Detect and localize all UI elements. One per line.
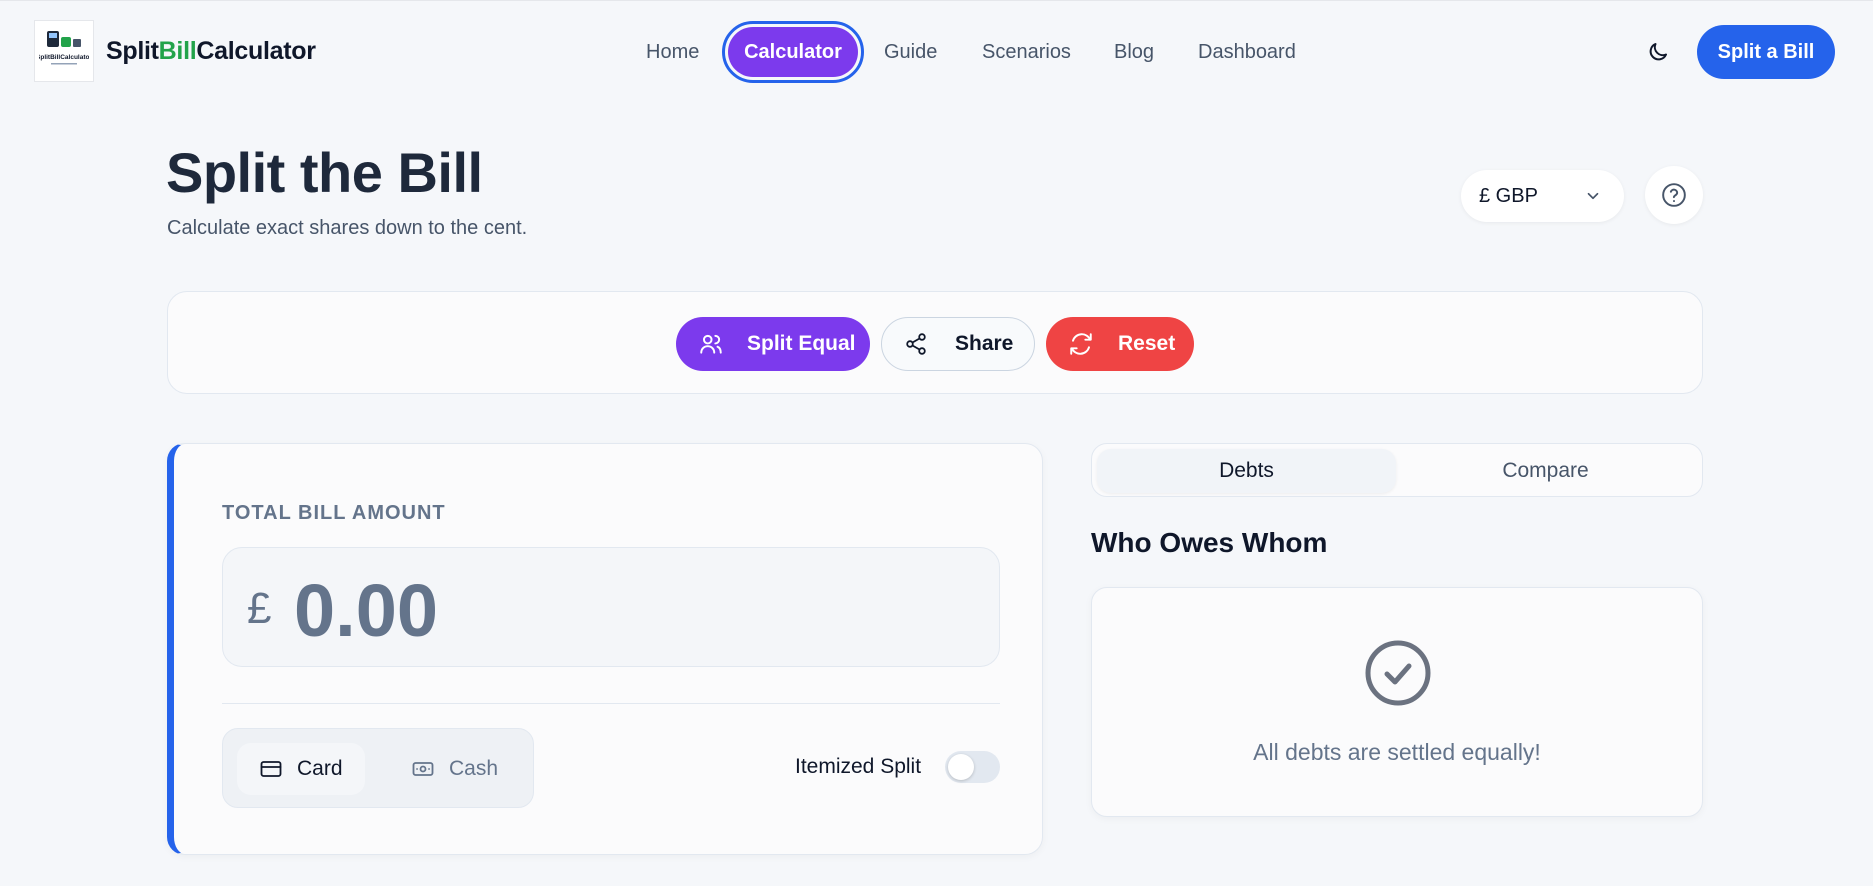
who-owes-whom-title: Who Owes Whom — [1091, 527, 1328, 558]
divider — [222, 703, 1000, 704]
cash-icon — [412, 762, 434, 776]
split-a-bill-button[interactable]: Split a Bill — [1697, 25, 1835, 79]
results-tabs: Debts Compare — [1091, 443, 1703, 497]
question-circle-icon — [1662, 183, 1686, 207]
nav-blog[interactable]: Blog — [1114, 21, 1154, 83]
payment-cash-option[interactable]: Cash — [389, 743, 517, 795]
tab-compare[interactable]: Compare — [1396, 449, 1695, 493]
itemized-split-label: Itemized Split — [795, 755, 922, 778]
payment-card-label: Card — [297, 757, 343, 780]
toggle-knob — [948, 754, 974, 780]
share-icon — [906, 333, 926, 355]
nav-home[interactable]: Home — [646, 21, 699, 83]
nav-scenarios[interactable]: Scenarios — [982, 21, 1071, 83]
refresh-icon — [1070, 333, 1092, 355]
bill-amount-card: TOTAL BILL AMOUNT £ 0.00 Card Cash Itemi… — [167, 443, 1043, 855]
reset-button[interactable]: Reset — [1046, 317, 1194, 371]
tab-debts[interactable]: Debts — [1097, 449, 1396, 493]
split-equal-button[interactable]: Split Equal — [676, 317, 870, 371]
help-button[interactable] — [1645, 166, 1703, 224]
total-bill-input[interactable]: £ 0.00 — [222, 547, 1000, 667]
credit-card-icon — [260, 761, 282, 777]
split-equal-label: Split Equal — [747, 332, 856, 355]
action-toolbar: Split Equal Share Reset — [167, 291, 1703, 394]
payment-card-option[interactable]: Card — [237, 743, 365, 795]
currency-select[interactable]: £ GBP — [1461, 170, 1624, 222]
nav-calculator[interactable]: Calculator — [722, 21, 864, 83]
brand-name[interactable]: SplitBillCalculator — [106, 37, 316, 66]
moon-icon — [1649, 43, 1667, 61]
page-title: Split the Bill — [166, 141, 483, 204]
itemized-split-toggle[interactable] — [945, 751, 1000, 783]
nav-calculator-label: Calculator — [728, 27, 858, 77]
currency-symbol: £ — [247, 584, 272, 633]
site-logo[interactable]: SplitBillCalculator — [34, 20, 94, 82]
settled-message: All debts are settled equally! — [1253, 739, 1541, 765]
theme-toggle-button[interactable] — [1643, 37, 1673, 67]
top-nav-bar: SplitBillCalculator SplitBillCalculator … — [0, 0, 1873, 100]
nav-dashboard[interactable]: Dashboard — [1198, 21, 1296, 83]
page-subtitle: Calculate exact shares down to the cent. — [167, 217, 528, 239]
total-bill-label: TOTAL BILL AMOUNT — [222, 502, 446, 524]
debts-panel: All debts are settled equally! — [1091, 587, 1703, 817]
users-icon — [700, 334, 722, 354]
chevron-down-icon — [1587, 192, 1599, 200]
reset-label: Reset — [1118, 332, 1176, 355]
share-label: Share — [955, 332, 1014, 355]
bill-amount-value: 0.00 — [294, 569, 439, 652]
payment-method-toggle: Card Cash — [222, 728, 534, 808]
nav-guide[interactable]: Guide — [884, 21, 937, 83]
svg-text:SplitBillCalculator: SplitBillCalculator — [39, 54, 89, 61]
payment-cash-label: Cash — [449, 757, 499, 780]
share-button[interactable]: Share — [881, 317, 1035, 371]
currency-selected-value: £ GBP — [1479, 184, 1538, 207]
check-circle-icon — [1365, 640, 1431, 706]
